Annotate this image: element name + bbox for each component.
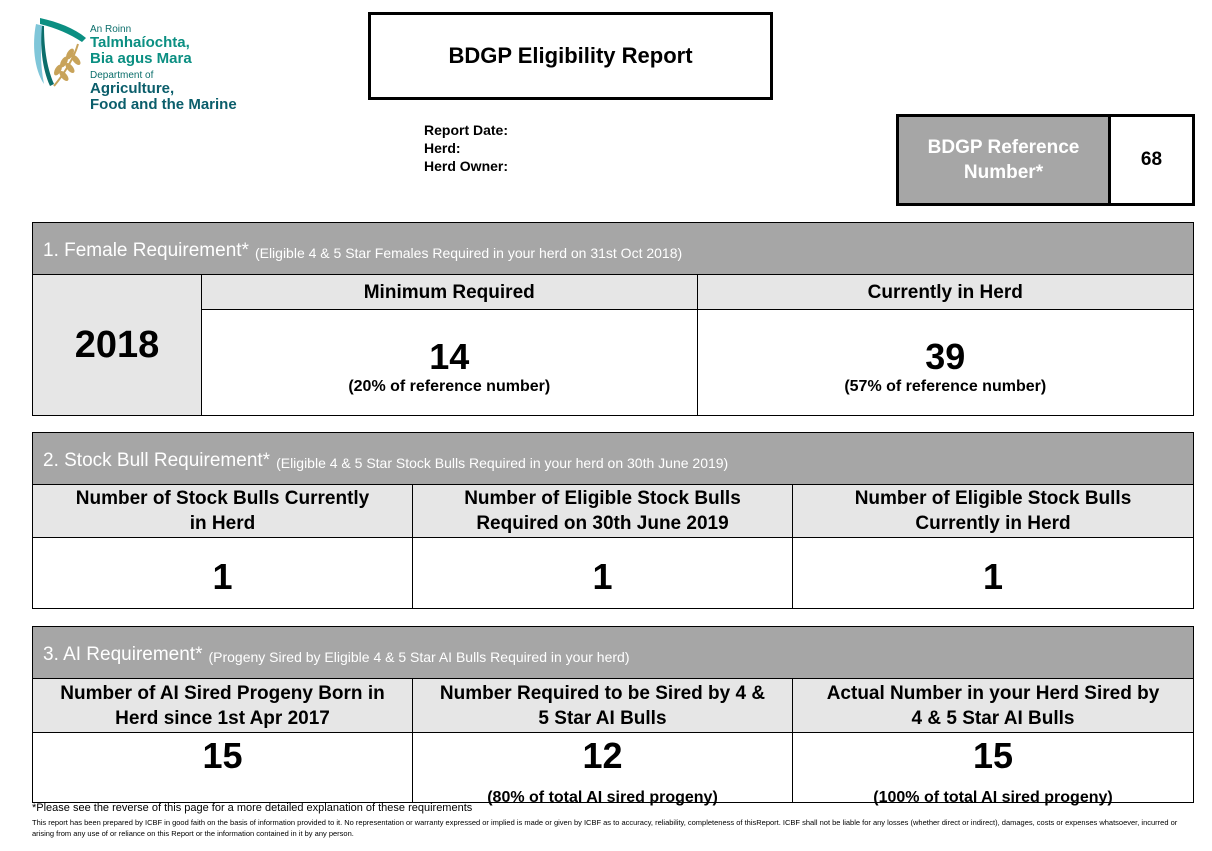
header-line: 4 & 5 Star AI Bulls: [911, 707, 1075, 729]
stock-bulls-in-herd-cell: 1: [33, 538, 413, 608]
currently-in-herd-cell: 39 (57% of reference number): [698, 310, 1194, 415]
report-meta: Report Date: Herd: Herd Owner:: [424, 121, 508, 175]
header-line: Number of AI Sired Progeny Born in: [60, 682, 385, 704]
year-cell: 2018: [33, 275, 202, 415]
section-subtitle: (Eligible 4 & 5 Star Females Required in…: [254, 245, 683, 261]
herd-label: Herd:: [424, 140, 461, 156]
footer-disclaimer: This report has been prepared by ICBF in…: [32, 818, 1178, 838]
logo-ga-line1: Talmhaíochta,: [90, 34, 190, 51]
female-requirement-section: 1. Female Requirement* (Eligible 4 & 5 S…: [32, 222, 1194, 416]
ai-progeny-born-header: Number of AI Sired Progeny Born in Herd s…: [33, 679, 413, 732]
harp-wheat-logo-icon: [34, 18, 86, 87]
ai-required-value: 12: [582, 735, 623, 776]
eligible-bulls-required-header: Number of Eligible Stock Bulls Required o…: [413, 485, 793, 537]
ai-requirement-section: 3. AI Requirement* (Progeny Sired by Eli…: [32, 626, 1194, 806]
reference-number-label: BDGP Reference Number*: [899, 117, 1111, 203]
logo-en-line1: Agriculture,: [90, 80, 175, 97]
header-line: Actual Number in your Herd Sired by: [826, 682, 1160, 704]
section-subtitle: (Progeny Sired by Eligible 4 & 5 Star AI…: [208, 649, 630, 665]
currently-in-herd-value: 39: [925, 335, 966, 377]
ai-progeny-born-value: 15: [202, 735, 243, 776]
herd-owner-label: Herd Owner:: [424, 158, 509, 174]
reference-number-box: BDGP Reference Number* 68: [896, 114, 1195, 206]
section-title: 2. Stock Bull Requirement*: [43, 450, 271, 471]
stock-bulls-in-herd-value: 1: [212, 556, 233, 597]
section-subtitle: (Eligible 4 & 5 Star Stock Bulls Require…: [276, 455, 729, 471]
section-title: 1. Female Requirement*: [43, 240, 249, 261]
department-logo: An Roinn Talmhaíochta, Bia agus Mara Dep…: [30, 14, 270, 124]
section-header: 3. AI Requirement* (Progeny Sired by Eli…: [33, 627, 1193, 679]
ai-actual-note: (100% of total AI sired progeny): [873, 789, 1113, 806]
eligible-bulls-in-herd-header: Number of Eligible Stock Bulls Currently …: [793, 485, 1193, 537]
ai-actual-header: Actual Number in your Herd Sired by 4 & 5…: [793, 679, 1193, 732]
stock-bulls-in-herd-header: Number of Stock Bulls Currently in Herd: [33, 485, 413, 537]
currently-in-herd-header: Currently in Herd: [697, 275, 1193, 309]
eligible-bulls-in-herd-value: 1: [982, 556, 1004, 597]
header-line: Required on 30th June 2019: [476, 513, 729, 534]
header-line: Number of Stock Bulls Currently: [75, 488, 370, 509]
header-line: Number of Eligible Stock Bulls: [464, 488, 741, 509]
ai-required-header: Number Required to be Sired by 4 & 5 Star…: [413, 679, 793, 732]
header-line: Number of Eligible Stock Bulls: [854, 488, 1132, 509]
logo-en-line2: Food and the Marine: [90, 96, 237, 113]
ai-required-cell: 12 (80% of total AI sired progeny): [413, 733, 793, 806]
year-value: 2018: [74, 323, 160, 366]
eligible-bulls-in-herd-cell: 1: [793, 538, 1193, 608]
section-title: 3. AI Requirement*: [43, 644, 203, 665]
eligible-bulls-required-value: 1: [592, 556, 613, 597]
header-line: in Herd: [189, 513, 256, 534]
minimum-required-header: Minimum Required: [202, 275, 698, 309]
ai-actual-value: 15: [972, 735, 1014, 776]
section-header: 2. Stock Bull Requirement* (Eligible 4 &…: [33, 433, 1193, 485]
header-line: Herd since 1st Apr 2017: [115, 707, 330, 729]
ai-progeny-born-cell: 15: [33, 733, 413, 802]
ai-actual-cell: 15 (100% of total AI sired progeny): [793, 733, 1193, 806]
ai-required-note: (80% of total AI sired progeny): [487, 789, 718, 806]
eligible-bulls-required-cell: 1: [413, 538, 793, 608]
stock-bull-requirement-section: 2. Stock Bull Requirement* (Eligible 4 &…: [32, 432, 1194, 609]
minimum-required-value: 14: [429, 335, 470, 377]
report-date-label: Report Date:: [424, 122, 509, 138]
header-line: Number Required to be Sired by 4 &: [439, 682, 766, 704]
minimum-required-note: (20% of reference number): [348, 377, 551, 395]
header-line: Currently in Herd: [915, 513, 1071, 534]
minimum-required-cell: 14 (20% of reference number): [202, 310, 698, 415]
logo-wordmark: An Roinn Talmhaíochta, Bia agus Mara Dep…: [90, 24, 237, 113]
footer-note: *Please see the reverse of this page for…: [32, 802, 473, 814]
section-header: 1. Female Requirement* (Eligible 4 & 5 S…: [33, 223, 1193, 275]
reference-number-value: 68: [1140, 149, 1163, 170]
currently-in-herd-note: (57% of reference number): [844, 377, 1047, 395]
report-title: BDGP Eligibility Report: [368, 12, 773, 100]
header-line: 5 Star AI Bulls: [538, 707, 667, 729]
logo-ga-line2: Bia agus Mara: [90, 50, 192, 67]
